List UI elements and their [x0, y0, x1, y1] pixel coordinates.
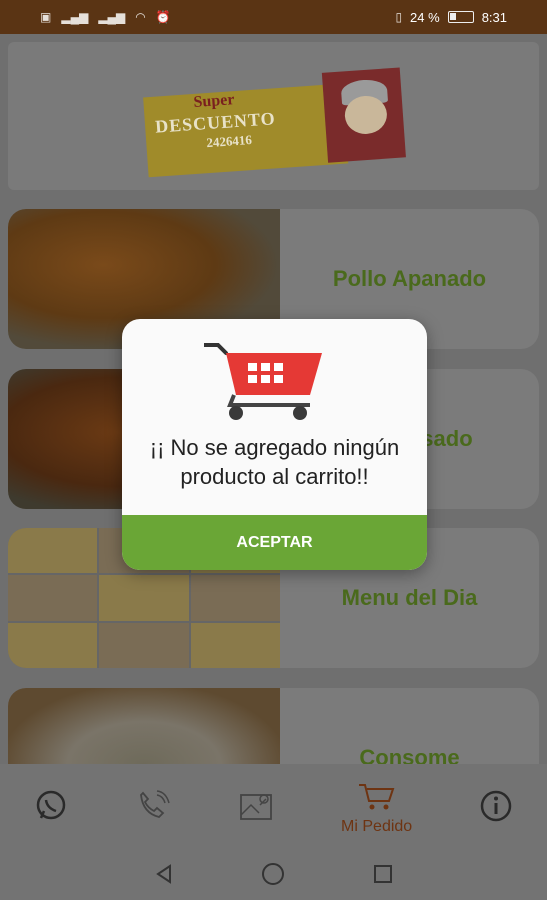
banner-number: 2426416 [205, 131, 253, 151]
recents-icon[interactable] [372, 863, 394, 892]
vibrate-icon: ▯ [395, 10, 403, 24]
clock: 8:31 [481, 9, 507, 25]
accept-button[interactable]: ACEPTAR [122, 515, 427, 570]
signal-icon: ▂▄▆ [98, 10, 126, 24]
nav-info[interactable] [479, 789, 513, 829]
super-descuento-logo: Super DESCUENTO 2426416 [142, 65, 418, 190]
whatsapp-business-icon: ▣ [40, 10, 52, 24]
map-icon [238, 789, 274, 829]
back-icon[interactable] [153, 863, 175, 892]
dialog-message-line2: producto al carrito!! [180, 464, 369, 489]
status-bar: ▣ ▂▄▆ ▂▄▆ ◠ ⏰ ▯ 24 % 8:31 [0, 0, 547, 34]
home-icon[interactable] [261, 862, 285, 893]
whatsapp-icon [34, 789, 68, 829]
empty-cart-dialog: ¡¡ No se agregado ningún producto al car… [122, 319, 427, 570]
battery-percent: 24 % [410, 9, 440, 25]
system-navigation-bar [0, 854, 547, 900]
bottom-navigation: Mi Pedido [0, 764, 547, 854]
nav-mi-pedido[interactable]: Mi Pedido [341, 782, 412, 836]
dialog-message: ¡¡ No se agregado ningún producto al car… [122, 433, 427, 491]
banner-title: Super [192, 91, 235, 111]
promo-banner: Super DESCUENTO 2426416 [8, 42, 539, 190]
nav-whatsapp[interactable] [34, 789, 68, 829]
info-icon [479, 789, 513, 829]
nav-mi-pedido-label: Mi Pedido [341, 818, 413, 835]
shopping-cart-icon [357, 782, 397, 818]
phone-icon [135, 789, 171, 829]
nav-call[interactable] [135, 789, 171, 829]
dialog-message-line1: ¡¡ No se agregado ningún [149, 435, 400, 460]
nav-map[interactable] [238, 789, 274, 829]
signal-icon: ▂▄▆ [61, 10, 89, 24]
battery-icon [447, 11, 474, 23]
shopping-cart-icon [204, 343, 322, 420]
wifi-icon: ◠ [135, 10, 146, 24]
alarm-icon: ⏰ [155, 10, 171, 24]
